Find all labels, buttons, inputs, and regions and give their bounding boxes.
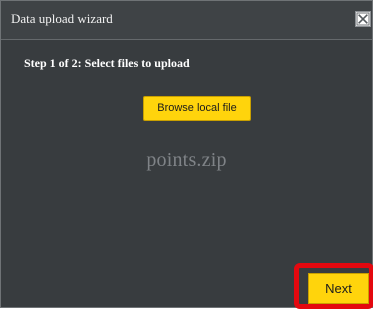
selected-file-name: points.zip	[146, 149, 227, 171]
close-button[interactable]	[355, 11, 371, 27]
dialog-title: Data upload wizard	[11, 11, 113, 26]
close-icon	[356, 12, 370, 26]
browse-local-file-button[interactable]: Browse local file	[143, 96, 251, 121]
next-button[interactable]: Next	[308, 273, 369, 304]
step-heading: Step 1 of 2: Select files to upload	[24, 56, 190, 70]
dialog-titlebar: Data upload wizard	[1, 1, 372, 40]
data-upload-wizard-dialog: Data upload wizard Step 1 of 2: Select f…	[0, 0, 373, 309]
